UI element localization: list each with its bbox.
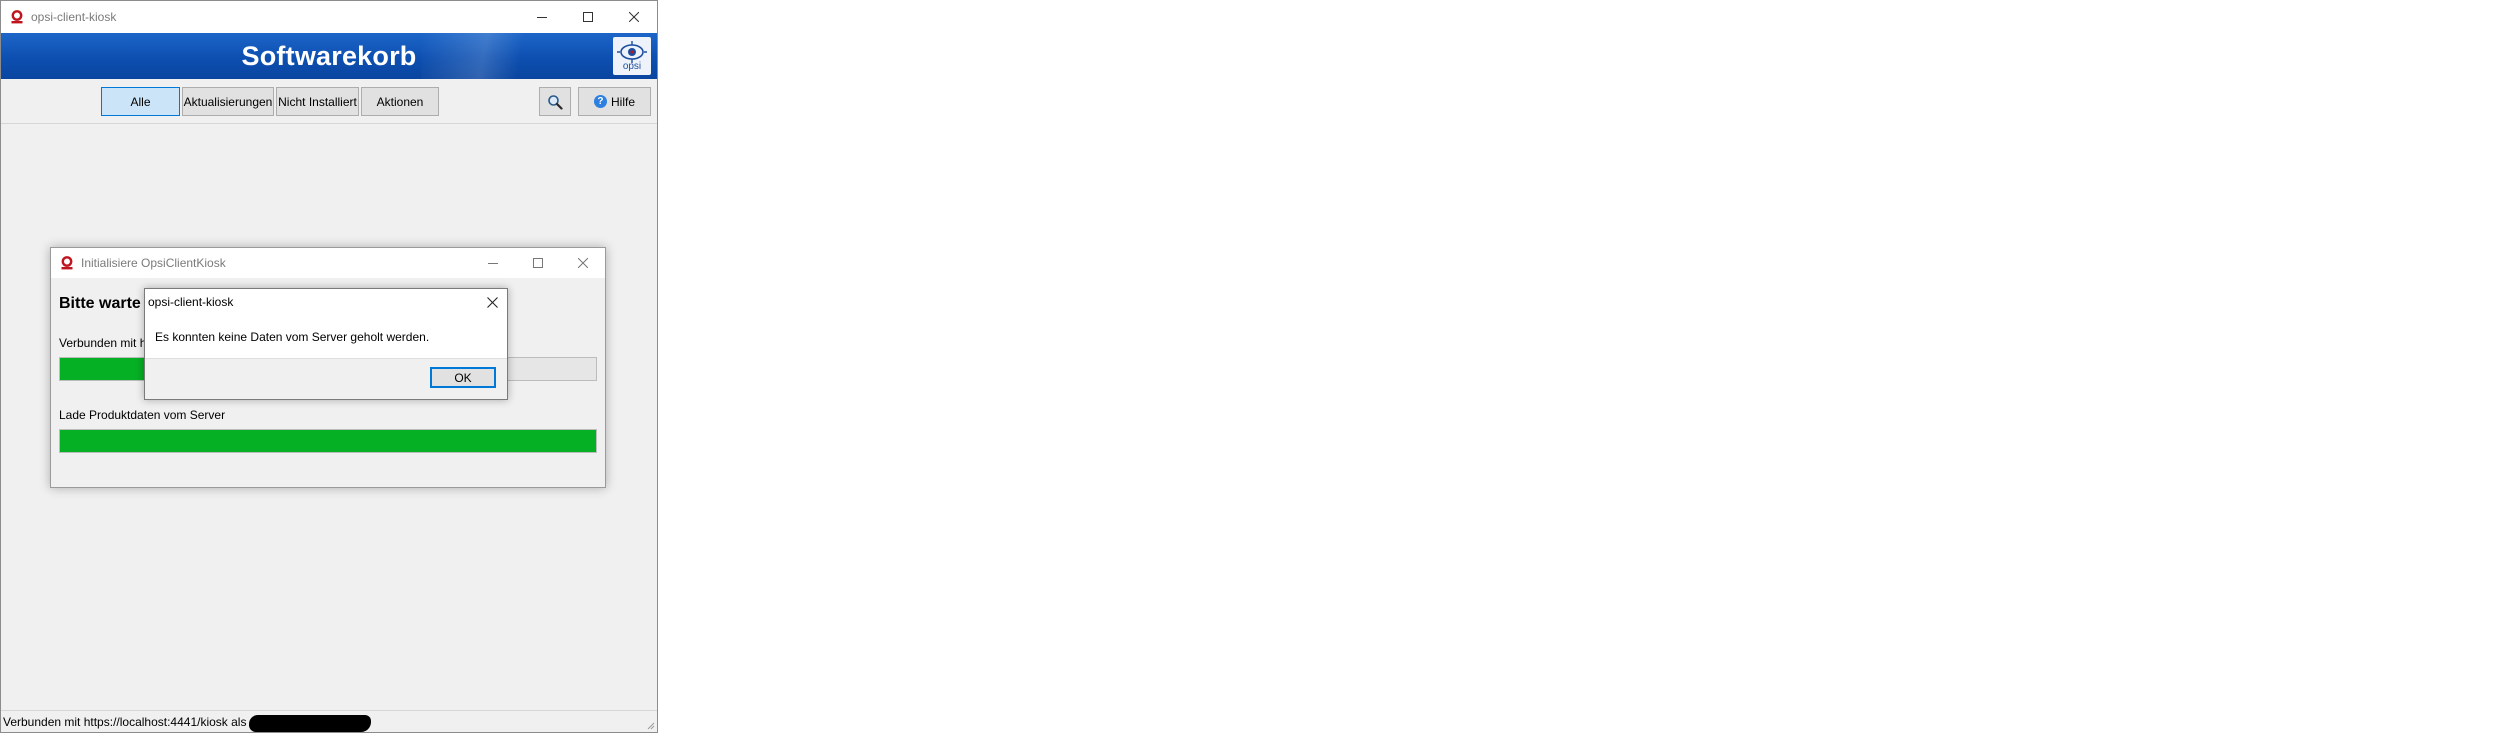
connected-label: Verbunden mit h	[59, 336, 147, 350]
header-banner: Softwarekorb opsi	[1, 33, 657, 79]
filter-aktionen-button[interactable]: Aktionen	[361, 87, 439, 116]
search-button[interactable]	[539, 87, 571, 116]
init-dialog-title: Initialisiere OpsiClientKiosk	[81, 256, 226, 270]
init-maximize-button[interactable]	[515, 248, 560, 278]
resize-grip-icon[interactable]	[645, 720, 655, 730]
help-button[interactable]: ? Hilfe	[578, 87, 651, 116]
status-text: Verbunden mit https://localhost:4441/kio…	[3, 715, 247, 729]
banner-title: Softwarekorb	[241, 40, 417, 71]
help-icon: ?	[593, 95, 607, 108]
logo-text: opsi	[622, 61, 642, 72]
minimize-icon	[487, 263, 498, 264]
maximize-icon	[583, 12, 593, 22]
opsi-logo: opsi	[613, 37, 651, 75]
init-dialog-titlebar[interactable]: Initialisiere OpsiClientKiosk	[51, 248, 605, 278]
init-close-button[interactable]	[560, 248, 605, 278]
maximize-icon	[532, 258, 543, 268]
error-dialog-title: opsi-client-kiosk	[148, 295, 234, 309]
redacted-username	[249, 715, 371, 732]
minimize-icon	[537, 17, 547, 18]
close-icon	[577, 258, 588, 268]
close-button[interactable]	[611, 1, 657, 33]
ok-button[interactable]: OK	[430, 367, 496, 388]
maximize-button[interactable]	[565, 1, 611, 33]
search-icon	[548, 94, 563, 110]
main-window-title: opsi-client-kiosk	[31, 10, 117, 24]
load-label: Lade Produktdaten vom Server	[59, 408, 226, 422]
opsi-app-icon	[9, 9, 25, 25]
filter-aktualisierungen-button[interactable]: Aktualisierungen	[182, 87, 274, 116]
error-dialog-footer: OK	[145, 358, 507, 399]
filter-alle-button[interactable]: Alle	[101, 87, 180, 116]
init-minimize-button[interactable]	[470, 248, 515, 278]
close-icon	[486, 296, 498, 308]
load-progress-fill	[60, 430, 596, 452]
error-close-button[interactable]	[483, 293, 501, 311]
connect-progress-fill	[60, 358, 146, 380]
main-titlebar[interactable]: opsi-client-kiosk	[1, 1, 657, 33]
wait-heading: Bitte warte	[59, 295, 141, 312]
status-bar: Verbunden mit https://localhost:4441/kio…	[1, 710, 657, 732]
error-message: Es konnten keine Daten vom Server geholt…	[155, 330, 430, 344]
filter-nicht-installiert-button[interactable]: Nicht Installiert	[276, 87, 359, 116]
load-progress-bar	[59, 429, 597, 453]
close-icon	[629, 12, 639, 22]
filter-toolbar: Alle Aktualisierungen Nicht Installiert …	[1, 79, 657, 124]
help-label: Hilfe	[610, 94, 635, 109]
error-dialog: opsi-client-kiosk Es konnten keine Daten…	[144, 288, 508, 400]
opsi-app-icon	[59, 255, 75, 271]
minimize-button[interactable]	[519, 1, 565, 33]
